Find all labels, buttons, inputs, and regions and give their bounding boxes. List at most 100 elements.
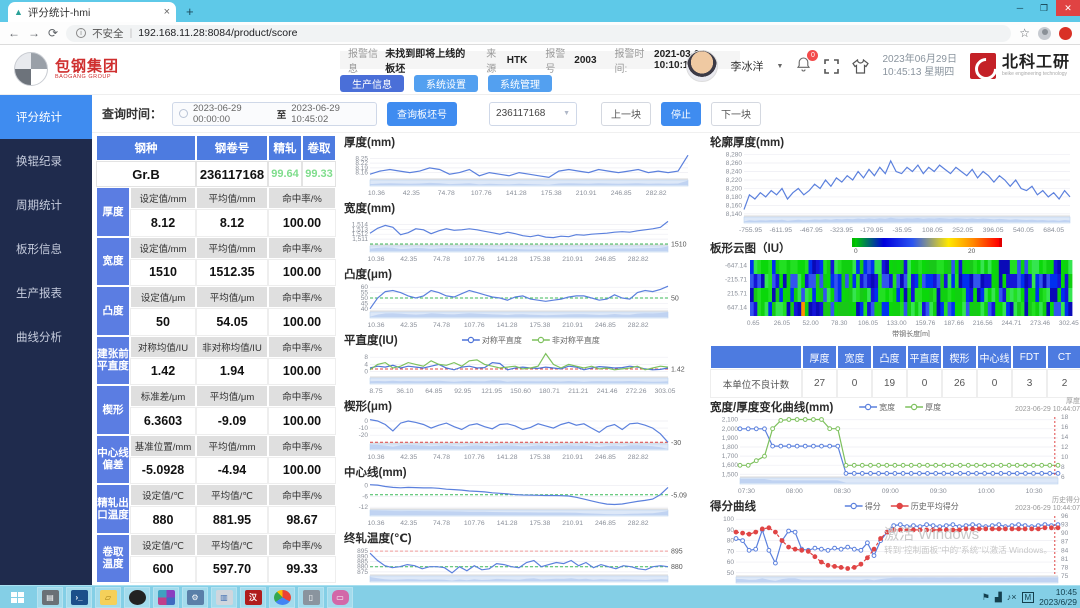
- alarm-bar: 报警信息 未找到即将上线的板坯 来源 HTK 报警号 2003 报警时间: 20…: [340, 51, 740, 69]
- taskbar-icon-sql-tool[interactable]: 汉: [240, 587, 266, 608]
- row-subheader: 平均值/μm: [196, 385, 268, 407]
- svg-text:81: 81: [1061, 556, 1069, 563]
- bookmark-star-icon[interactable]: ☆: [1019, 26, 1030, 40]
- svg-text:210.91: 210.91: [562, 322, 583, 328]
- chevron-down-icon: ▼: [563, 110, 570, 117]
- svg-text:216.56: 216.56: [973, 320, 993, 327]
- sidebar-item-生产报表[interactable]: 生产报表: [0, 271, 92, 315]
- sidebar-item-评分统计[interactable]: 评分统计: [0, 95, 92, 139]
- chart-thickness: 厚度(mm)8.258.228.198.1610.3642.3574.78107…: [344, 135, 704, 201]
- shirt-icon[interactable]: [852, 59, 869, 74]
- chart-title: 板形云图（IU）: [710, 240, 791, 256]
- back-icon[interactable]: ←: [8, 26, 20, 40]
- row-value: 1510: [130, 259, 196, 287]
- header-nav-生产信息[interactable]: 生产信息: [340, 75, 404, 92]
- svg-text:246.85: 246.85: [595, 520, 616, 526]
- legend-item[interactable]: 历史平均得分: [891, 501, 959, 512]
- svg-text:-611.95: -611.95: [770, 227, 793, 233]
- ime-icon[interactable]: M: [1022, 592, 1035, 603]
- svg-text:96: 96: [1061, 513, 1069, 520]
- svg-text:282.82: 282.82: [628, 256, 649, 262]
- defect-value: 26: [942, 369, 977, 398]
- user-name[interactable]: 李冰洋: [731, 58, 764, 74]
- coil-select[interactable]: 236117168 ▼: [489, 102, 577, 126]
- query-slab-button[interactable]: 查询板坯号: [387, 102, 457, 126]
- legend-item[interactable]: 宽度: [859, 402, 895, 413]
- chart-shape-cloudmap: 板形云图（IU）020-647.14-215.71215.71647.140.6…: [710, 238, 1080, 342]
- volume-muted-icon[interactable]: ♪×: [1007, 592, 1017, 602]
- taskbar-icon-computer-management[interactable]: ▯: [298, 587, 324, 608]
- fullscreen-icon[interactable]: [824, 59, 839, 74]
- row-subheader: 命中率/%: [268, 336, 336, 358]
- svg-text:92.95: 92.95: [454, 388, 471, 394]
- browser-update-icon[interactable]: [1059, 27, 1072, 40]
- svg-text:180.71: 180.71: [539, 388, 560, 394]
- new-tab-button[interactable]: +: [186, 4, 194, 19]
- header-nav-系统设置[interactable]: 系统设置: [414, 75, 478, 92]
- notification-bell[interactable]: 0: [796, 56, 811, 77]
- svg-text:175.38: 175.38: [530, 256, 551, 262]
- svg-text:带钢长度[m]: 带钢长度[m]: [892, 329, 930, 337]
- sidebar-item-换辊纪录[interactable]: 换辊纪录: [0, 139, 92, 183]
- prev-coil-button[interactable]: 上一块: [601, 102, 651, 126]
- user-avatar[interactable]: [686, 50, 718, 82]
- coiling-score: 99.33: [302, 161, 336, 187]
- chart-profile-thickness: 轮廓厚度(mm)8,2808,2608,2408,2208,2008,1808,…: [710, 135, 1080, 238]
- row-subheader: 设定值/℃: [130, 484, 196, 506]
- taskbar-icon-database-tool[interactable]: ▭: [327, 587, 353, 608]
- browser-profile-icon[interactable]: [1038, 27, 1051, 40]
- info-icon[interactable]: i: [76, 28, 86, 38]
- legend-item[interactable]: 得分: [845, 501, 881, 512]
- sidebar-item-板形信息[interactable]: 板形信息: [0, 227, 92, 271]
- omnibox[interactable]: i 不安全 | 192.168.11.28:8084/product/score: [66, 25, 1011, 42]
- taskbar-icon-powershell[interactable]: ›_: [66, 587, 92, 608]
- defect-value: 27: [802, 369, 837, 398]
- window-minimize-button[interactable]: ─: [1008, 0, 1032, 16]
- forward-icon[interactable]: →: [28, 26, 40, 40]
- reload-icon[interactable]: ⟳: [48, 26, 58, 40]
- taskbar-clock[interactable]: 10:45 2023/6/29: [1039, 587, 1077, 607]
- taskbar-icon-chrome[interactable]: [269, 587, 295, 608]
- stop-button[interactable]: 停止: [661, 102, 701, 126]
- legend-item[interactable]: 厚度: [905, 402, 941, 413]
- svg-text:1,600: 1,600: [722, 462, 739, 469]
- alarm-code-label: 报警号: [545, 45, 570, 75]
- next-coil-button[interactable]: 下一块: [711, 102, 761, 126]
- tab-close-icon[interactable]: ×: [164, 6, 170, 18]
- mid-charts: 厚度(mm)8.258.228.198.1610.3642.3574.78107…: [344, 135, 704, 585]
- browser-tab[interactable]: ▲ 评分统计-hmi ×: [8, 2, 176, 22]
- taskbar-icon-visual-studio[interactable]: [153, 587, 179, 608]
- summary-header: 精轧: [268, 135, 302, 161]
- bell-badge: 0: [807, 50, 818, 61]
- language-flag-icon[interactable]: ⚑: [982, 592, 990, 603]
- svg-text:107.76: 107.76: [464, 454, 485, 460]
- taskbar-icon-qq[interactable]: [124, 587, 150, 608]
- query-to-separator: 至: [277, 107, 287, 121]
- network-icon[interactable]: ▟: [995, 592, 1002, 603]
- sidebar-item-曲线分析[interactable]: 曲线分析: [0, 315, 92, 359]
- beike-logo-icon: [970, 53, 996, 79]
- taskbar-icon-control-panel[interactable]: ⚙: [182, 587, 208, 608]
- row-label: 厚度: [96, 187, 130, 237]
- legend-item[interactable]: 对称平直度: [462, 335, 522, 346]
- legend-item[interactable]: 非对称平直度: [532, 335, 600, 346]
- coil-select-value: 236117168: [496, 108, 545, 119]
- window-restore-button[interactable]: ❐: [1032, 0, 1056, 16]
- start-button[interactable]: [0, 586, 34, 608]
- row-subheader: 命中率/%: [268, 385, 336, 407]
- taskbar-icon-server-manager[interactable]: ▤: [37, 587, 63, 608]
- chart-crown: 凸度(μm)60555045405010.3642.3574.78107.761…: [344, 267, 704, 333]
- svg-text:141.28: 141.28: [497, 256, 518, 262]
- query-time-range-input[interactable]: 2023-06-29 00:00:00 至 2023-06-29 10:45:0…: [172, 102, 377, 126]
- row-value: 100.00: [268, 358, 336, 386]
- header-nav-系统管理[interactable]: 系统管理: [488, 75, 552, 92]
- window-close-button[interactable]: ✕: [1056, 0, 1080, 16]
- defect-value: 0: [977, 369, 1012, 398]
- taskbar-icon-report-viewer[interactable]: ▥: [211, 587, 237, 608]
- row-value: 1.42: [130, 358, 196, 386]
- sidebar-item-周期统计[interactable]: 周期统计: [0, 183, 92, 227]
- user-caret-icon[interactable]: ▼: [777, 63, 784, 70]
- row-subheader: 平均值/μm: [196, 286, 268, 308]
- svg-text:42.35: 42.35: [400, 454, 417, 460]
- taskbar-icon-file-explorer[interactable]: ▱: [95, 587, 121, 608]
